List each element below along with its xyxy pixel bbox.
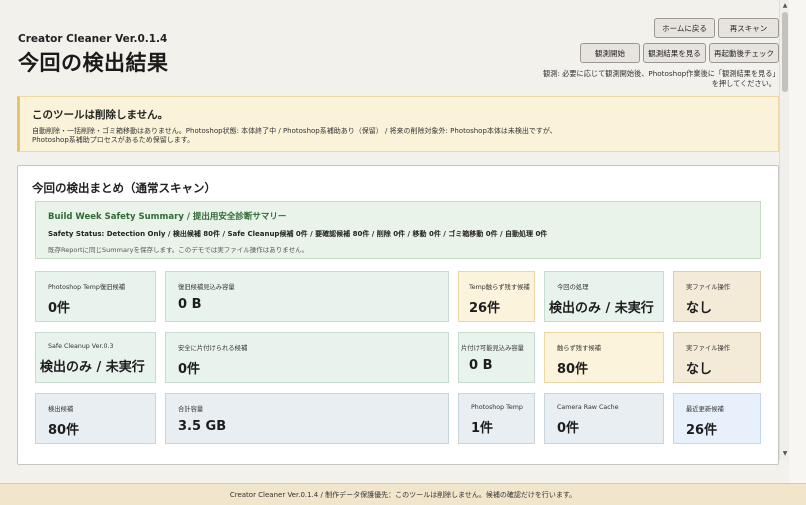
stat-label: 片付け可能見込み容量 <box>461 345 524 352</box>
stat-value: 0件 <box>48 301 71 316</box>
home-button[interactable]: ホームに戻る <box>654 18 715 38</box>
stat-value: 0件 <box>557 421 580 436</box>
stat-value: 検出のみ / 未実行 <box>40 360 145 375</box>
observe-result-button[interactable]: 観測結果を見る <box>643 43 706 63</box>
stat-value: 0件 <box>178 362 201 377</box>
stat-value: なし <box>686 362 713 377</box>
stat-label: Safe Cleanup Ver.0.3 <box>48 343 114 350</box>
scroll-thumb[interactable] <box>782 12 788 92</box>
observe-start-button[interactable]: 観測開始 <box>580 43 640 63</box>
main-viewport: Creator Cleaner Ver.0.1.4 今回の検出結果 ホームに戻る… <box>0 0 779 483</box>
stat-card: Photoshop Temp 1件 <box>458 393 535 444</box>
vertical-scrollbar[interactable]: ▲ ▼ <box>779 0 789 460</box>
stat-value: 検出のみ / 未実行 <box>549 301 654 316</box>
stat-card: 実ファイル操作 なし <box>673 332 761 383</box>
stat-card: 復旧候補見込み容量 0 B <box>165 271 449 322</box>
stat-card: 片付け可能見込み容量 0 B <box>458 332 535 383</box>
summary-title: Build Week Safety Summary / 提出用安全診断サマリー <box>48 212 287 222</box>
stat-label: 復旧候補見込み容量 <box>178 284 235 291</box>
summary-note: 既存Reportに同じSummaryを保存します。このデモでは実ファイル操作はあ… <box>48 246 309 254</box>
stat-value: 0 B <box>178 297 202 312</box>
stat-card: 合計容量 3.5 GB <box>165 393 449 444</box>
stat-value: 0 B <box>469 358 493 373</box>
stat-label: 今回の処理 <box>557 284 589 291</box>
safety-summary-box: Build Week Safety Summary / 提出用安全診断サマリー … <box>35 201 761 259</box>
restart-check-button[interactable]: 再起動後チェック <box>709 43 779 63</box>
stat-label: 安全に片付けられる候補 <box>178 345 248 352</box>
stat-label: Photoshop Temp <box>471 404 523 411</box>
stat-value: 80件 <box>48 423 80 438</box>
stat-card: 実ファイル操作 なし <box>673 271 761 322</box>
stat-value: 26件 <box>686 423 718 438</box>
stat-value: 1件 <box>471 421 494 436</box>
summary-status: Safety Status: Detection Only / 検出候補 80件… <box>48 230 548 238</box>
stat-card: Temp触らず残す候補 26件 <box>458 271 535 322</box>
stat-card: 今回の処理 検出のみ / 未実行 <box>544 271 664 322</box>
rescan-button[interactable]: 再スキャン <box>718 18 779 38</box>
panel-title: 今回の検出まとめ（通常スキャン） <box>32 181 216 195</box>
observe-note: 観測: 必要に応じて観測開始後、Photoshop作業後に「観測結果を見る」を押… <box>543 69 776 88</box>
stat-card: Camera Raw Cache 0件 <box>544 393 664 444</box>
stat-label: 実ファイル操作 <box>686 284 731 291</box>
stat-label: 検出候補 <box>48 406 74 413</box>
stat-label: 触らず残す候補 <box>557 345 601 352</box>
footer-bar: Creator Cleaner Ver.0.1.4 / 制作データ保護優先：この… <box>0 483 806 505</box>
stat-card: 安全に片付けられる候補 0件 <box>165 332 449 383</box>
warning-body: 自動削除・一括削除・ゴミ箱移動はありません。Photoshop状態: 本体終了中… <box>32 127 557 144</box>
scroll-down-icon[interactable]: ▼ <box>781 450 789 458</box>
stat-label: Temp触らず残す候補 <box>469 284 530 291</box>
no-delete-warning: このツールは削除しません。 自動削除・一括削除・ゴミ箱移動はありません。Phot… <box>17 96 779 152</box>
stat-label: Photoshop Temp復旧候補 <box>48 284 126 291</box>
stat-value: 3.5 GB <box>178 419 227 434</box>
page-title: 今回の検出結果 <box>18 51 169 75</box>
stat-card: Photoshop Temp復旧候補 0件 <box>35 271 156 322</box>
stat-card: 最近更新候補 26件 <box>673 393 761 444</box>
stat-label: Camera Raw Cache <box>557 404 619 411</box>
stat-card: 検出候補 80件 <box>35 393 156 444</box>
scroll-up-icon[interactable]: ▲ <box>781 2 789 10</box>
stat-card: 触らず残す候補 80件 <box>544 332 664 383</box>
stat-value: 80件 <box>557 362 589 377</box>
detection-summary-panel: 今回の検出まとめ（通常スキャン） Build Week Safety Summa… <box>17 165 779 465</box>
stat-label: 合計容量 <box>178 406 204 413</box>
app-name: Creator Cleaner Ver.0.1.4 <box>18 33 168 45</box>
stat-label: 実ファイル操作 <box>686 345 731 352</box>
stat-value: なし <box>686 301 713 316</box>
window-edge <box>789 0 806 483</box>
stat-label: 最近更新候補 <box>686 406 724 413</box>
stat-card: Safe Cleanup Ver.0.3 検出のみ / 未実行 <box>35 332 156 383</box>
stat-value: 26件 <box>469 301 501 316</box>
warning-title: このツールは削除しません。 <box>32 109 169 121</box>
